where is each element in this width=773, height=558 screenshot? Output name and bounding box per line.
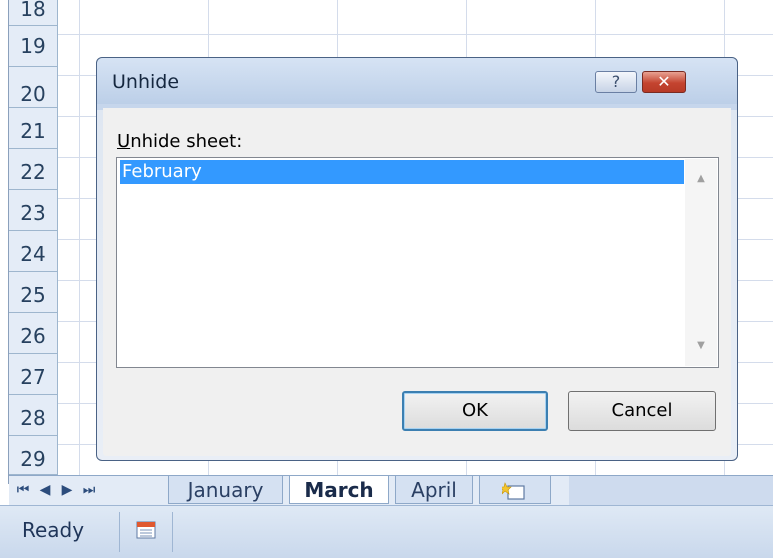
next-sheet-icon[interactable]: ▶	[57, 480, 77, 500]
close-button[interactable]: ✕	[642, 71, 686, 93]
label-accelerator: U	[117, 131, 131, 152]
sheet-listbox[interactable]: February ▲ ▼	[116, 157, 719, 368]
scroll-down-icon[interactable]: ▼	[694, 339, 708, 353]
insert-sheet-icon-graphic	[499, 481, 525, 500]
row-header-22[interactable]: 22	[9, 149, 57, 190]
row-header-20[interactable]: 20	[9, 67, 57, 108]
ok-button[interactable]: OK	[402, 391, 548, 431]
row-header-18[interactable]: 18	[9, 0, 57, 26]
dialog-title: Unhide	[112, 71, 180, 93]
row-header-29[interactable]: 29	[9, 436, 57, 475]
dialog-titlebar[interactable]: Unhide ? ✕	[97, 58, 737, 104]
prev-sheet-icon[interactable]: ◀	[35, 480, 55, 500]
dialog-body: Unhide sheet: February ▲ ▼ OK Cancel	[103, 108, 731, 456]
window-frame-left	[0, 0, 8, 558]
cancel-button[interactable]: Cancel	[568, 391, 716, 431]
row-headers: 18 19 20 21 22 23 24 25 26 27 28 29	[9, 0, 57, 475]
help-button[interactable]: ?	[595, 71, 637, 93]
tab-january[interactable]: January	[168, 476, 283, 504]
sheet-tab-bar: ⏮ ◀ ▶ ⏭ January March April	[9, 475, 773, 505]
row-header-26[interactable]: 26	[9, 313, 57, 354]
status-text: Ready	[22, 518, 85, 542]
horizontal-scroll-area[interactable]	[569, 476, 773, 505]
scroll-up-icon[interactable]: ▲	[694, 172, 708, 186]
row-header-25[interactable]: 25	[9, 272, 57, 313]
row-header-19[interactable]: 19	[9, 26, 57, 67]
insert-sheet-icon[interactable]	[479, 476, 551, 504]
status-bar: Ready	[0, 505, 773, 558]
row-header-23[interactable]: 23	[9, 190, 57, 231]
last-sheet-icon[interactable]: ⏭	[79, 480, 99, 500]
listbox-scrollbar[interactable]: ▲ ▼	[685, 159, 717, 366]
macro-record-icon[interactable]	[136, 521, 156, 539]
row-header-24[interactable]: 24	[9, 231, 57, 272]
tab-april[interactable]: April	[395, 476, 473, 504]
tab-march[interactable]: March	[289, 476, 389, 504]
label-text: nhide sheet:	[130, 131, 243, 152]
row-header-28[interactable]: 28	[9, 395, 57, 436]
row-header-21[interactable]: 21	[9, 108, 57, 149]
row-header-27[interactable]: 27	[9, 354, 57, 395]
unhide-sheet-label: Unhide sheet:	[117, 131, 242, 152]
first-sheet-icon[interactable]: ⏮	[13, 480, 33, 500]
list-item-february[interactable]: February	[120, 160, 684, 184]
unhide-dialog: Unhide ? ✕ Unhide sheet: February ▲ ▼ OK…	[96, 57, 738, 461]
